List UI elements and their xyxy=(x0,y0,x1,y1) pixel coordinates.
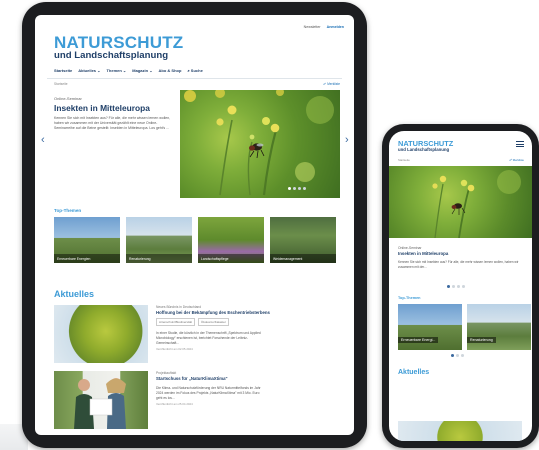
article-teaser[interactable]: Neues Bündnis in Deutschland Hoffnung be… xyxy=(35,299,354,363)
article-title[interactable]: Startschuss für „NaturKlimaXtima" xyxy=(156,376,266,381)
top-themen-grid: Erneuerbare Energien Renaturierung Lands… xyxy=(35,213,354,263)
merkliste-link[interactable]: ☍ Merkliste xyxy=(323,82,340,86)
phone-screen: NATURSCHUTZ und Landschaftsplanung Start… xyxy=(389,131,532,441)
article-teaser[interactable]: Projektauftakt Startschuss für „NaturKli… xyxy=(35,363,354,429)
hero-title[interactable]: Insekten in Mitteleuropa xyxy=(398,251,519,256)
hamburger-menu-icon[interactable] xyxy=(516,141,524,147)
theme-tile-label: Renaturierung xyxy=(467,336,496,344)
logo-line-1: NATURSCHUTZ xyxy=(54,33,184,52)
article-title[interactable]: Hoffnung bei der Bekämpfung des Eschentr… xyxy=(156,310,270,315)
hero-kicker: Online-Seminar xyxy=(54,96,82,101)
slider-dots xyxy=(288,187,306,190)
breadcrumb[interactable]: Startseite xyxy=(54,82,67,86)
article-date: Veröffentlicht am 25.04.2024 xyxy=(156,402,193,407)
hero-title[interactable]: Insekten in Mitteleuropa xyxy=(54,103,172,113)
phone-header: NATURSCHUTZ und Landschaftsplanung xyxy=(389,131,532,152)
phone-hero-text: Online-Seminar Insekten in Mitteleuropa … xyxy=(389,238,519,269)
theme-tile-energie[interactable]: Erneuerbare Energien xyxy=(54,217,120,263)
chevron-left-icon[interactable]: ‹ xyxy=(41,134,45,146)
article-text: Neues Bündnis in Deutschland Hoffnung be… xyxy=(156,305,270,363)
theme-tile-label: Renaturierung xyxy=(126,254,192,263)
logo-line-2: und Landschaftsplanung xyxy=(54,50,169,61)
chevron-right-icon[interactable]: › xyxy=(345,134,349,146)
tag-chip[interactable]: Ökokonto/Kataster xyxy=(198,318,229,326)
phone-site-logo[interactable]: NATURSCHUTZ und Landschaftsplanung xyxy=(398,140,453,152)
hero-body: Kennen Sie sich mit Insekten aus? Für al… xyxy=(398,260,519,269)
aktuelles-heading: Aktuelles xyxy=(54,289,95,299)
nav-item-aktuelles[interactable]: Aktuelles ⌄ xyxy=(78,68,100,73)
nav-item-themen[interactable]: Themen ⌄ xyxy=(106,68,126,73)
main-nav: Startseite Aktuelles ⌄ Themen ⌄ Magazin … xyxy=(35,61,354,73)
breadcrumb[interactable]: Startseite xyxy=(398,158,410,162)
carousel-dots xyxy=(451,354,532,358)
login-link[interactable]: Anmelden xyxy=(327,25,344,29)
hero-slider: ‹ Online-Seminar Insekten in Mitteleurop… xyxy=(35,90,354,208)
phone-device: NATURSCHUTZ und Landschaftsplanung Start… xyxy=(382,124,539,448)
slider-dot[interactable] xyxy=(288,187,291,190)
carousel-dot[interactable] xyxy=(451,354,454,358)
tablet-device: Newsletter Anmelden NATURSCHUTZ und Land… xyxy=(22,2,367,448)
nav-item-suche[interactable]: ⌕ Suche xyxy=(187,68,202,73)
site-logo[interactable]: NATURSCHUTZ und Landschaftsplanung xyxy=(35,29,354,61)
sub-bar: Startseite ☍ Merkliste xyxy=(35,79,354,86)
slider-dots xyxy=(447,285,532,289)
hero-text: Online-Seminar Insekten in Mitteleuropa … xyxy=(54,96,172,131)
tablet-screen: Newsletter Anmelden NATURSCHUTZ und Land… xyxy=(35,15,354,435)
top-links: Newsletter Anmelden xyxy=(35,15,354,29)
article-kicker: Projektauftakt xyxy=(156,371,177,375)
article-kicker: Neues Bündnis in Deutschland xyxy=(156,305,202,309)
people-with-certificate-illustration xyxy=(74,378,126,429)
phone-sub-bar: Startseite ☍ Merkliste xyxy=(389,152,532,162)
slider-dot[interactable] xyxy=(462,285,465,289)
top-themen-carousel: Erneuerbare Energi... Renaturierung xyxy=(389,300,532,351)
hero-kicker: Online-Seminar xyxy=(398,246,422,250)
slider-dot[interactable] xyxy=(293,187,296,190)
hero-image-insect[interactable] xyxy=(180,90,340,198)
article-body: Die Klima- und Naturschutzförderung der … xyxy=(156,386,261,400)
theme-tile-renaturierung[interactable]: Renaturierung xyxy=(126,217,192,263)
newsletter-link[interactable]: Newsletter xyxy=(304,25,321,29)
merkliste-link[interactable]: ☍ Merkliste xyxy=(509,158,524,162)
article-image-tree[interactable] xyxy=(398,421,522,441)
insect-on-flower-illustration xyxy=(184,90,334,196)
slider-dot[interactable] xyxy=(447,285,450,289)
slider-dot[interactable] xyxy=(457,285,460,289)
article-text: Projektauftakt Startschuss für „NaturKli… xyxy=(156,371,266,429)
slider-dot[interactable] xyxy=(452,285,455,289)
theme-tile-renaturierung[interactable]: Renaturierung xyxy=(467,304,531,351)
nav-item-startseite[interactable]: Startseite xyxy=(54,68,72,73)
article-body: In einer Studie, die kürzlich in der The… xyxy=(156,331,261,345)
article-image-tree[interactable] xyxy=(54,305,148,363)
article-tags: Artenschutz/Biodiversität Ökokonto/Katas… xyxy=(156,318,270,326)
article-image-people-certificate[interactable] xyxy=(54,371,148,429)
theme-tile-landschaftspflege[interactable]: Landschaftspflege xyxy=(198,217,264,263)
theme-tile-label: Landschaftspflege xyxy=(198,254,264,263)
nav-item-magazin[interactable]: Magazin ⌄ xyxy=(132,68,152,73)
carousel-dot[interactable] xyxy=(461,354,464,358)
theme-tile-label: Erneuerbare Energien xyxy=(54,254,120,263)
device-mockup-stage: Newsletter Anmelden NATURSCHUTZ und Land… xyxy=(0,0,539,450)
slider-dot[interactable] xyxy=(303,187,306,190)
hero-body: Kennen Sie sich mit Insekten aus? Für al… xyxy=(54,116,171,130)
theme-tile-weidemanagement[interactable]: Weidemanagement xyxy=(270,217,336,263)
tag-chip[interactable]: Artenschutz/Biodiversität xyxy=(156,318,196,326)
slider-dot[interactable] xyxy=(298,187,301,190)
article-date: Veröffentlicht am 02.05.2024 xyxy=(156,347,193,352)
phone-hero-image-insect[interactable] xyxy=(389,166,532,238)
nav-item-abo-shop[interactable]: Abo & Shop xyxy=(159,68,182,73)
insect-on-flower-illustration xyxy=(432,170,521,238)
logo-line-2: und Landschaftsplanung xyxy=(398,147,450,152)
logo-line-1: NATURSCHUTZ xyxy=(398,139,454,148)
carousel-dot[interactable] xyxy=(456,354,459,358)
theme-tile-label: Weidemanagement xyxy=(270,254,336,263)
theme-tile-label: Erneuerbare Energi... xyxy=(398,336,439,344)
theme-tile-energie[interactable]: Erneuerbare Energi... xyxy=(398,304,462,351)
